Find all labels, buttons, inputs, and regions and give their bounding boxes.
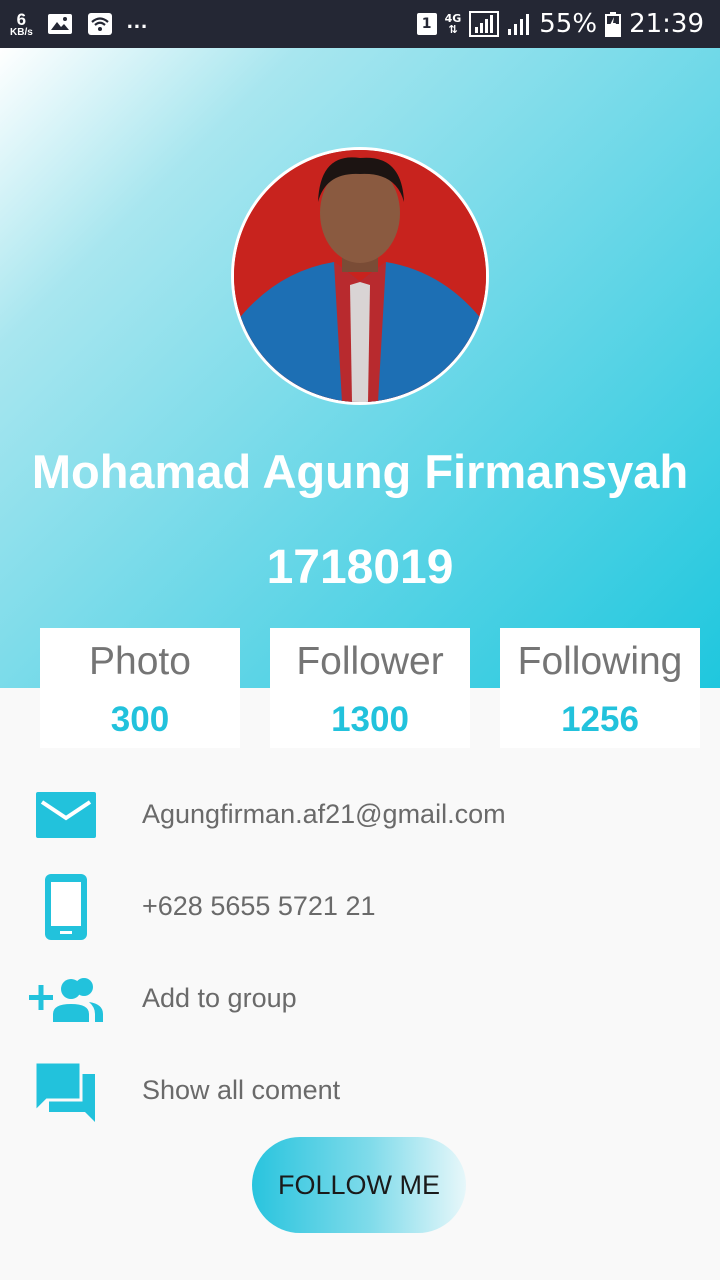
avatar-photo <box>234 150 486 402</box>
comments-row[interactable]: Show all coment <box>0 1051 720 1131</box>
signal-icon-2 <box>508 14 530 35</box>
stat-label: Photo <box>89 640 191 683</box>
network-speed: 6 KB/s <box>10 11 33 38</box>
sim-icon: 1 <box>416 13 437 35</box>
stat-following[interactable]: Following 1256 <box>500 628 700 748</box>
network-type-icon: 4G ⇅ <box>444 12 462 36</box>
battery-percent: 55% <box>539 9 598 39</box>
phone-row[interactable]: +628 5655 5721 21 <box>0 867 720 947</box>
phone-icon <box>28 867 104 947</box>
stat-value: 300 <box>110 700 170 739</box>
profile-id: 1718019 <box>266 541 454 594</box>
signal-icon <box>469 11 500 37</box>
status-bar: 6 KB/s ... 1 4G ⇅ 55% 21:39 <box>0 0 720 48</box>
email-row[interactable]: Agungfirman.af21@gmail.com <box>0 775 720 855</box>
comments-text: Show all coment <box>142 1075 341 1105</box>
battery-icon <box>605 12 622 37</box>
follow-me-button[interactable]: FOLLOW ME <box>252 1137 466 1233</box>
phone-text: +628 5655 5721 21 <box>142 891 376 921</box>
email-text: Agungfirman.af21@gmail.com <box>142 799 506 829</box>
stat-photo[interactable]: Photo 300 <box>40 628 240 748</box>
net-speed-unit: KB/s <box>10 26 33 38</box>
add-group-row[interactable]: Add to group <box>0 959 720 1039</box>
stat-label: Follower <box>296 640 444 683</box>
add-group-text: Add to group <box>142 983 297 1013</box>
avatar[interactable] <box>231 147 489 405</box>
image-icon <box>47 14 72 34</box>
group-add-icon <box>28 959 104 1039</box>
comments-icon <box>28 1051 104 1131</box>
more-notifications: ... <box>126 8 149 33</box>
wifi-icon <box>87 13 112 35</box>
profile-header: Mohamad Agung Firmansyah 1718019 <box>0 48 720 688</box>
stat-value: 1300 <box>331 700 409 739</box>
net-speed-value: 6 <box>16 9 27 29</box>
stat-label: Following <box>517 640 683 683</box>
stat-value: 1256 <box>561 700 639 739</box>
email-icon <box>28 775 104 855</box>
stat-follower[interactable]: Follower 1300 <box>270 628 470 748</box>
clock: 21:39 <box>629 9 704 39</box>
profile-name: Mohamad Agung Firmansyah <box>31 445 689 498</box>
